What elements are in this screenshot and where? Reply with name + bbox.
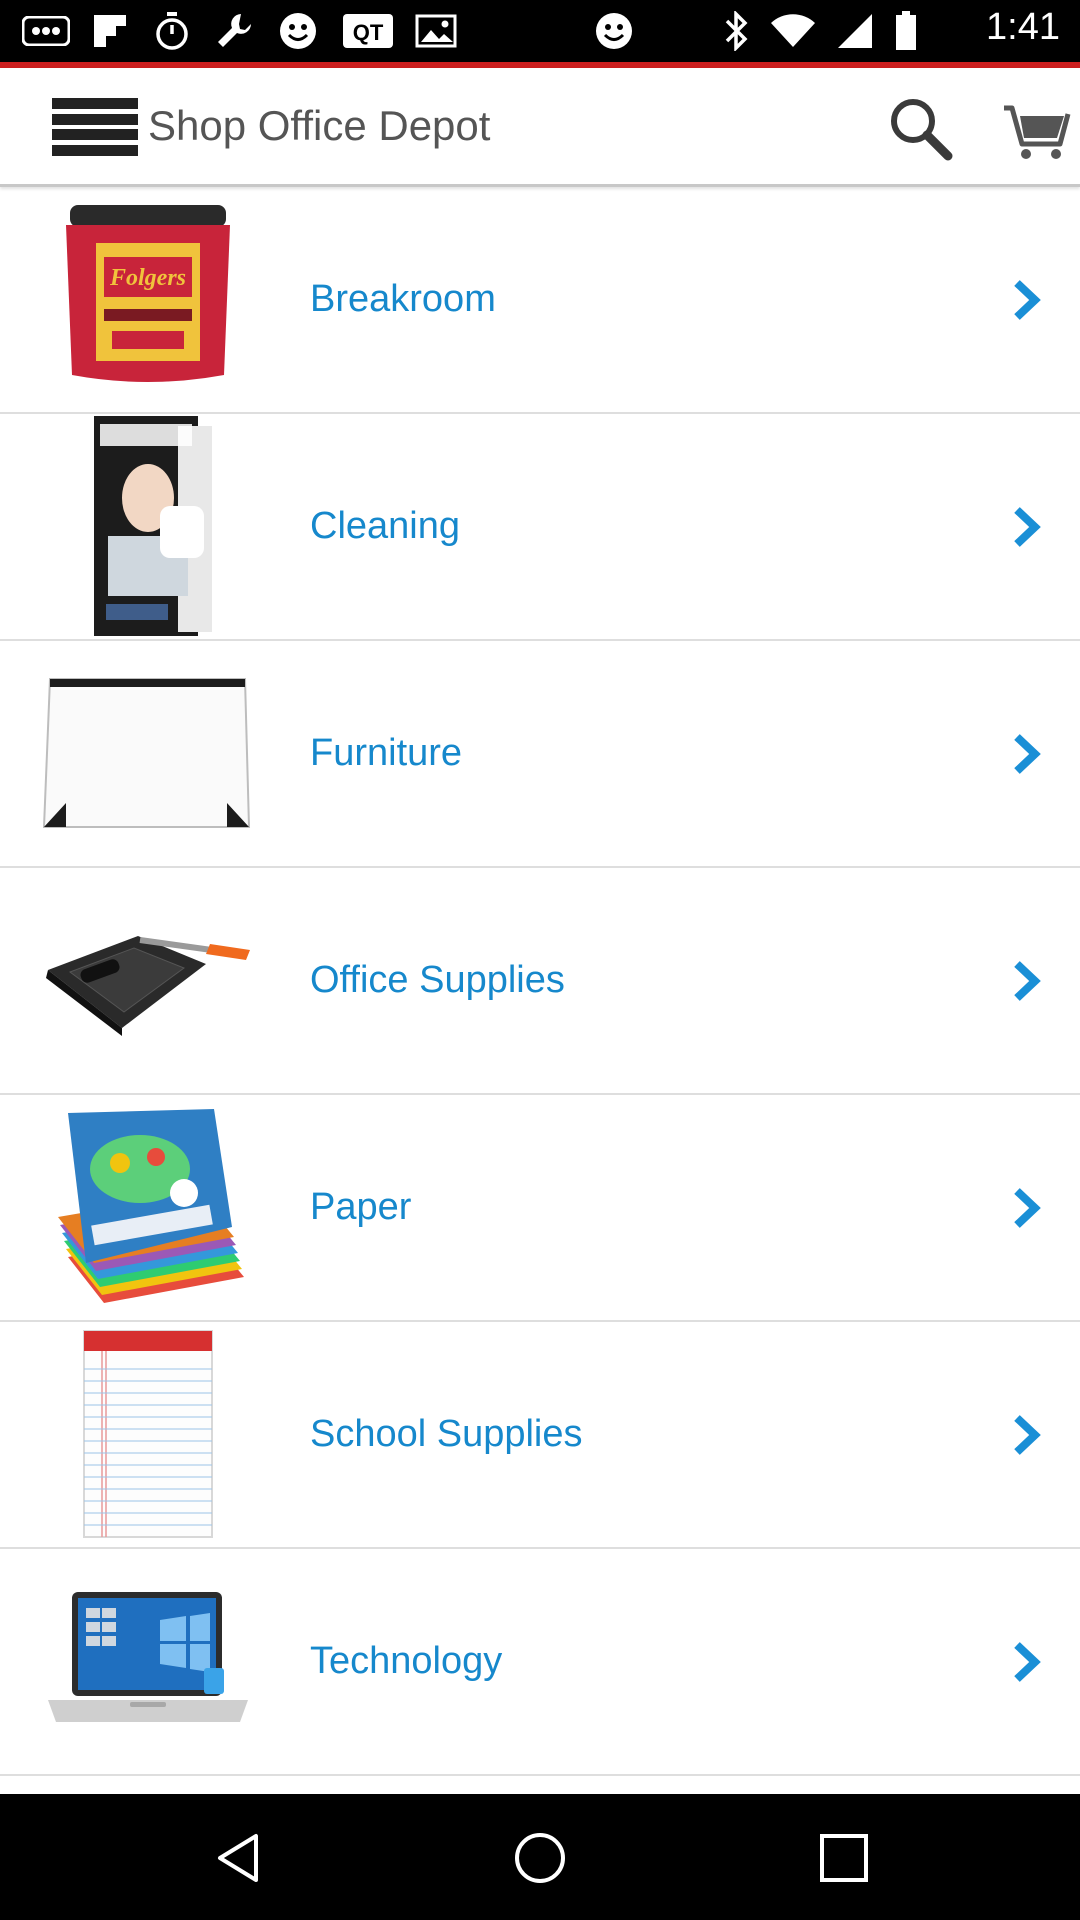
list-item[interactable]: Technology xyxy=(0,1549,1080,1776)
desk-pad-image xyxy=(40,653,255,853)
list-item[interactable]: Cleaning xyxy=(0,414,1080,641)
smiley-icon xyxy=(592,10,636,52)
photo-icon xyxy=(412,10,460,52)
cart-icon[interactable] xyxy=(1000,92,1072,164)
category-list: Folgers Breakroom Cleaning Furniture Off… xyxy=(0,187,1080,1776)
back-icon[interactable] xyxy=(212,1830,268,1886)
recents-icon[interactable] xyxy=(816,1830,872,1886)
list-item[interactable]: Office Supplies xyxy=(0,868,1080,1095)
category-label-school-supplies: School Supplies xyxy=(310,1413,583,1455)
paper-trimmer-image xyxy=(40,880,255,1080)
menu-icon[interactable] xyxy=(52,98,138,156)
chevron-right-icon xyxy=(1014,734,1041,774)
status-time: 1:41 xyxy=(986,6,1060,48)
category-label-breakroom: Breakroom xyxy=(310,278,496,320)
list-item[interactable]: School Supplies xyxy=(0,1322,1080,1549)
wrench-icon xyxy=(212,10,256,52)
chevron-right-icon xyxy=(1014,1642,1041,1682)
list-item[interactable]: Paper xyxy=(0,1095,1080,1322)
chevron-right-icon xyxy=(1014,961,1041,1001)
svg-text:QT: QT xyxy=(353,20,384,45)
list-item[interactable]: Furniture xyxy=(0,641,1080,868)
category-label-furniture: Furniture xyxy=(310,732,463,774)
flipboard-icon xyxy=(88,10,132,52)
battery-icon xyxy=(892,10,920,52)
page-title: Shop Office Depot xyxy=(148,102,491,149)
category-label-cleaning: Cleaning xyxy=(310,505,460,547)
chevron-right-icon xyxy=(1014,280,1041,320)
construction-paper-pack-image xyxy=(40,1107,255,1307)
search-icon[interactable] xyxy=(884,92,956,164)
laptop-image xyxy=(40,1561,255,1761)
app-bar: Shop Office Depot xyxy=(0,68,1080,187)
timer-icon xyxy=(150,10,194,52)
status-bar: QT 1:41 xyxy=(0,0,1080,62)
category-label-paper: Paper xyxy=(310,1186,412,1228)
chevron-right-icon xyxy=(1014,1188,1041,1228)
more-icon xyxy=(20,10,72,52)
legal-notepad-image xyxy=(40,1330,255,1538)
category-label-technology: Technology xyxy=(310,1640,503,1682)
signal-icon xyxy=(832,10,876,52)
chevron-right-icon xyxy=(1014,1415,1041,1455)
navigation-bar xyxy=(0,1794,1080,1920)
thermometer-filters-box-image xyxy=(40,416,255,636)
list-item[interactable]: Folgers Breakroom xyxy=(0,187,1080,414)
qt-icon: QT xyxy=(340,10,396,52)
chevron-right-icon xyxy=(1014,507,1041,547)
home-icon[interactable] xyxy=(512,1830,568,1886)
bluetooth-icon xyxy=(718,10,754,52)
wifi-icon xyxy=(768,10,818,52)
category-label-office-supplies: Office Supplies xyxy=(310,959,565,1001)
svg-text:Folgers: Folgers xyxy=(108,265,185,291)
coffee-canister-image: Folgers xyxy=(40,199,255,399)
smiley-icon xyxy=(276,10,320,52)
